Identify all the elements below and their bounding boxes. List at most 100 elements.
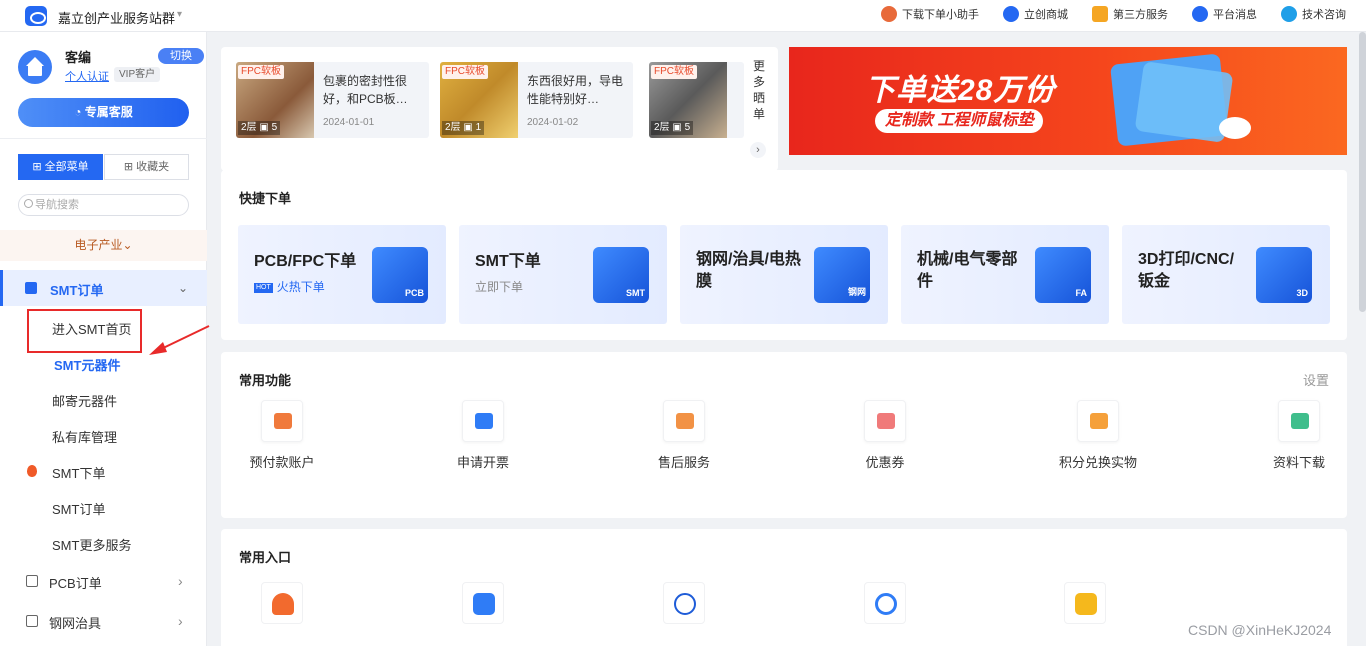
after-sales-icon xyxy=(663,400,705,442)
sidebar-item-pcb-orders[interactable]: PCB订单 › xyxy=(0,564,207,598)
download-assistant-link[interactable]: 下载下单小助手 xyxy=(881,6,979,22)
smt-order-card[interactable]: SMT下单 立即下单 SMT xyxy=(459,225,667,324)
grid-icon xyxy=(1092,6,1108,22)
stencil-order-card[interactable]: 钢网/治具/电热膜 钢网 xyxy=(680,225,888,324)
case-meta: 2层 ▣ 1 xyxy=(442,121,485,135)
jlc-entry-icon[interactable] xyxy=(261,582,303,624)
sidebar-subitem-private-library[interactable]: 私有库管理 xyxy=(52,427,117,446)
platform-message-link[interactable]: 平台消息 xyxy=(1192,6,1257,22)
divider xyxy=(0,138,207,139)
sidebar-item-smt-orders[interactable]: SMT订单 ⌄ xyxy=(0,270,207,306)
banner-subtitle: 定制款 工程师鼠标垫 xyxy=(875,109,1044,133)
coupon-icon xyxy=(864,400,906,442)
chevron-down-icon: ⌄ xyxy=(178,281,189,295)
chat-icon xyxy=(1281,6,1297,22)
prepaid-account-button[interactable]: 预付款账户 xyxy=(232,400,332,471)
case-date: 2024-01-01 xyxy=(323,117,375,128)
hot-badge: HOT xyxy=(254,282,273,293)
lcsc-entry-icon[interactable] xyxy=(663,582,705,624)
sidebar-subitem-mail-components[interactable]: 邮寄元器件 xyxy=(52,391,117,410)
sidebar-item-stencil[interactable]: 钢网治具 › xyxy=(0,604,207,638)
active-indicator xyxy=(0,270,3,306)
scrollbar[interactable] xyxy=(1359,32,1366,312)
tab-favorites[interactable]: ⊞ 收藏夹 xyxy=(104,154,189,180)
case-tag: FPC软板 xyxy=(238,65,284,79)
chevron-right-icon: › xyxy=(178,573,183,589)
top-links: 下载下单小助手 立创商城 第三方服务 平台消息 技术咨询 xyxy=(881,6,1346,22)
exclusive-service-button[interactable]: ◔ 专属客服 xyxy=(18,98,189,127)
panel-title: 快捷下单 xyxy=(239,191,292,206)
download-docs-button[interactable]: 资料下载 xyxy=(1249,400,1349,471)
grid-icon: ⊞ xyxy=(123,161,137,173)
promo-banner[interactable]: 下单送28万份 定制款 工程师鼠标垫 xyxy=(789,47,1347,155)
switch-button[interactable]: 切换 xyxy=(158,48,204,64)
fire-icon xyxy=(27,465,37,477)
3d-print-card[interactable]: 3D打印/CNC/钣金 3D xyxy=(1122,225,1330,324)
brand-title[interactable]: 嘉立创产业服务站群 xyxy=(58,8,175,27)
chevron-right-icon[interactable]: › xyxy=(750,142,766,158)
top-bar: 嘉立创产业服务站群 ▾ 下载下单小助手 立创商城 第三方服务 平台消息 技术咨询 xyxy=(0,0,1366,32)
smt-icon xyxy=(25,282,37,294)
after-sales-button[interactable]: 售后服务 xyxy=(634,400,734,471)
shop-bag-entry-icon[interactable] xyxy=(462,582,504,624)
invoice-icon xyxy=(462,400,504,442)
third-party-link[interactable]: 第三方服务 xyxy=(1092,6,1168,22)
avatar-home-icon[interactable] xyxy=(18,50,52,84)
apply-invoice-button[interactable]: 申请开票 xyxy=(433,400,533,471)
tech-consult-link[interactable]: 技术咨询 xyxy=(1281,6,1346,22)
smt-icon: SMT xyxy=(593,247,649,303)
gift-icon xyxy=(1077,400,1119,442)
pcb-icon xyxy=(26,575,38,587)
sidebar-subitem-smt-order-list[interactable]: SMT订单 xyxy=(52,499,105,518)
highlight-box xyxy=(27,309,142,353)
case-item[interactable]: FPC软板 2层 ▣ 5 xyxy=(649,62,744,138)
more-cases-link[interactable]: 更多晒单 xyxy=(753,58,767,122)
case-item[interactable]: FPC软板 2层 ▣ 5 包裹的密封性很好，和PCB板… 2024-01-01 xyxy=(236,62,429,138)
case-text: 东西很好用，导电性能特别好… xyxy=(527,74,624,106)
bell-icon xyxy=(1192,6,1208,22)
lcsc-mall-link[interactable]: 立创商城 xyxy=(1003,6,1068,22)
panel-title: 常用功能 xyxy=(239,373,292,388)
mouse-image xyxy=(1219,117,1251,139)
case-tag: FPC软板 xyxy=(651,65,697,79)
pcb-fpc-order-card[interactable]: PCB/FPC下单 HOT 火热下单 PCB xyxy=(238,225,446,324)
case-item[interactable]: FPC软板 2层 ▣ 1 东西很好用，导电性能特别好… 2024-01-02 xyxy=(440,62,633,138)
wrench-fa-icon: FA xyxy=(1035,247,1091,303)
case-tag: FPC软板 xyxy=(442,65,488,79)
nav-search-input[interactable]: 导航搜索 xyxy=(18,194,189,216)
banner-title: 下单送28万份 xyxy=(865,74,1056,107)
headset-entry-icon[interactable] xyxy=(864,582,906,624)
user-name: 客编 xyxy=(65,50,92,65)
common-functions-panel: 常用功能 设置 预付款账户 申请开票 售后服务 优惠券 积分兑换实物 资料下载 xyxy=(221,352,1347,518)
pcb-icon: PCB xyxy=(372,247,428,303)
main-content: FPC软板 2层 ▣ 5 包裹的密封性很好，和PCB板… 2024-01-01 … xyxy=(207,32,1366,646)
chevron-down-icon[interactable]: ▾ xyxy=(177,9,182,20)
grid-icon: ⊞ xyxy=(32,161,45,173)
quick-order-panel: 快捷下单 PCB/FPC下单 HOT 火热下单 PCB SMT下单 立即下单 SM… xyxy=(221,170,1347,340)
wallet-icon xyxy=(261,400,303,442)
case-text: 包裹的密封性很好，和PCB板… xyxy=(323,74,408,106)
3d-printer-icon: 3D xyxy=(1256,247,1312,303)
assistant-icon xyxy=(881,6,897,22)
sidebar-subitem-smt-components[interactable]: SMT元器件 xyxy=(54,355,120,374)
jlc-logo-icon[interactable] xyxy=(25,6,47,26)
panel-title: 常用入口 xyxy=(239,550,292,565)
apps-entry-icon[interactable] xyxy=(1064,582,1106,624)
points-exchange-button[interactable]: 积分兑换实物 xyxy=(1036,400,1160,471)
headset-icon: ◔ xyxy=(74,105,85,119)
chevron-down-icon: ⌄ xyxy=(122,238,133,252)
vip-badge: VIP客户 xyxy=(114,67,161,82)
watermark: CSDN @XinHeKJ2024 xyxy=(1188,622,1332,638)
coupon-button[interactable]: 优惠券 xyxy=(835,400,935,471)
sidebar-subitem-smt-order-place[interactable]: SMT下单 xyxy=(52,463,105,482)
case-date: 2024-01-02 xyxy=(527,117,579,128)
industry-selector[interactable]: 电子产业⌄ xyxy=(0,230,207,261)
stencil-grid-icon xyxy=(26,615,38,627)
document-icon xyxy=(1278,400,1320,442)
mechanical-parts-card[interactable]: 机械/电气零部件 FA xyxy=(901,225,1109,324)
personal-cert-link[interactable]: 个人认证 xyxy=(65,68,109,84)
chevron-right-icon: › xyxy=(178,613,183,629)
settings-link[interactable]: 设置 xyxy=(1303,370,1329,389)
tab-all-menu[interactable]: ⊞ 全部菜单 xyxy=(18,154,103,180)
sidebar-subitem-smt-more[interactable]: SMT更多服务 xyxy=(52,535,131,554)
